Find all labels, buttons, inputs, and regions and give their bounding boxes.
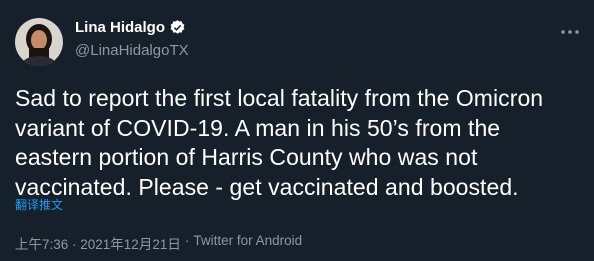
- translate-tweet-link[interactable]: 翻译推文: [15, 196, 63, 213]
- tweet-text-line: vaccinated. Please - get vaccinated and …: [15, 173, 519, 200]
- tweet-timestamp[interactable]: 上午7:36 · 2021年12月21日: [15, 233, 181, 253]
- author-name-row: Lina Hidalgo: [75, 19, 186, 36]
- tweet-card: Lina Hidalgo @LinaHidalgoTX Sad to repor…: [0, 0, 594, 261]
- verified-badge-icon: [169, 19, 186, 36]
- author-handle[interactable]: @LinaHidalgoTX: [75, 42, 189, 59]
- tweet-metadata: 上午7:36 · 2021年12月21日 · Twitter for Andro…: [15, 233, 302, 253]
- avatar[interactable]: [15, 18, 63, 66]
- more-options-icon[interactable]: [556, 18, 584, 46]
- tweet-text: Sad to report the first local fatality f…: [15, 84, 580, 202]
- tweet-text-line: eastern portion of Harris County who was…: [15, 144, 478, 170]
- meta-separator: ·: [184, 233, 190, 248]
- tweet-text-line: variant of COVID-19. A man in his 50’s f…: [15, 114, 501, 141]
- avatar-photo: [15, 18, 63, 66]
- tweet-source-link[interactable]: Twitter for Android: [193, 233, 302, 253]
- author-display-name[interactable]: Lina Hidalgo: [75, 19, 165, 36]
- tweet-text-line: Sad to report the first local fatality f…: [15, 85, 544, 111]
